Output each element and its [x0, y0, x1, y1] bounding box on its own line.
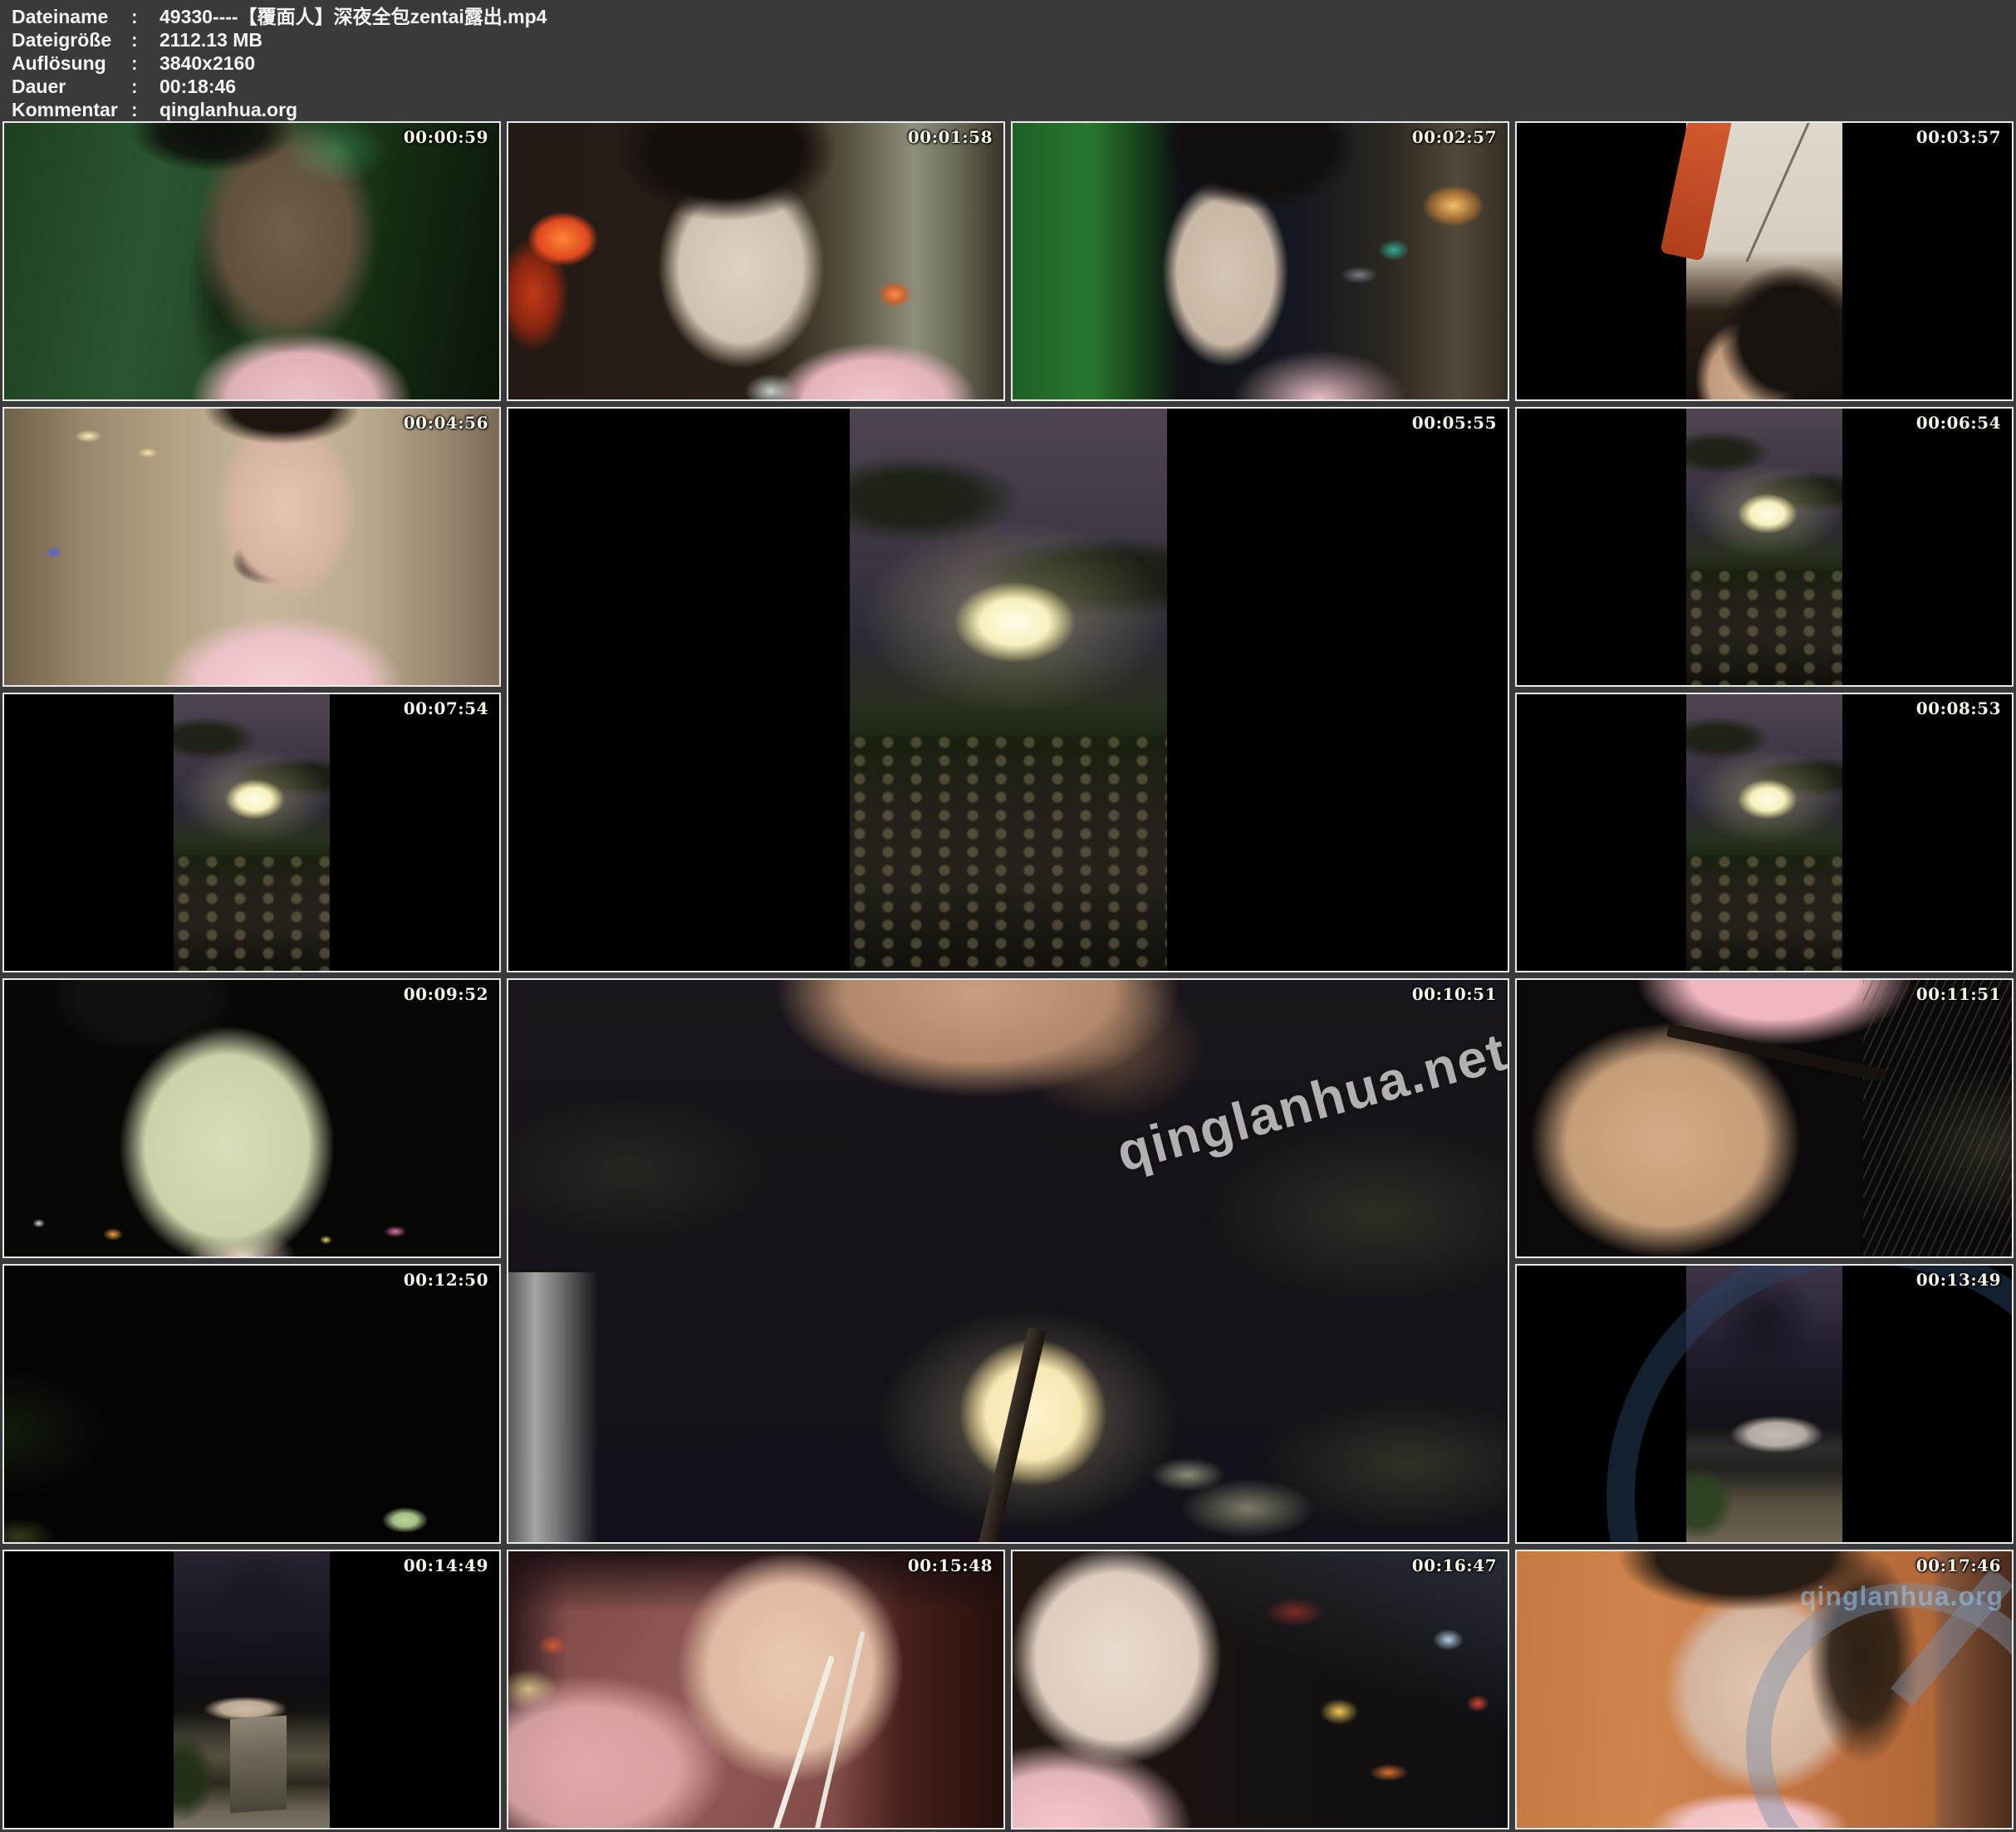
thumbnail-cell: 00:06:54	[1515, 407, 2014, 687]
thumbnail-image	[1517, 980, 2012, 1256]
thumbnail-cell: 00:09:52	[2, 978, 501, 1258]
thumbnail-image: qinglanhua.net	[508, 980, 1508, 1542]
timestamp-overlay: 00:09:52	[404, 984, 488, 1004]
thumbnail-image	[1517, 409, 2012, 685]
timestamp-overlay: 00:02:57	[1412, 127, 1497, 147]
thumbnail-cell: 00:04:56	[2, 407, 501, 687]
portrait-frame	[174, 1551, 330, 1828]
thumbnail-cell: 00:12:50	[2, 1264, 501, 1544]
thumbnail-image	[1517, 123, 2012, 399]
portrait-frame	[174, 694, 330, 971]
timestamp-overlay: 00:14:49	[404, 1555, 488, 1575]
timestamp-overlay: 00:17:46	[1916, 1555, 2001, 1575]
thumbnail-cell: 00:15:48	[507, 1550, 1005, 1830]
meta-field-kommentar: Kommentar : qinglanhua.org	[12, 98, 2008, 121]
thumbnail-image	[4, 694, 499, 971]
timestamp-overlay: 00:01:58	[908, 127, 993, 147]
timestamp-overlay: 00:08:53	[1916, 698, 2001, 718]
thumbnail-cell-large: 00:05:55	[507, 407, 1509, 972]
thumbnail-cell: 00:00:59	[2, 121, 501, 401]
portrait-frame	[850, 409, 1167, 971]
thumbnail-image	[508, 123, 1003, 399]
thumbnail-cell-large: qinglanhua.net 00:10:51	[507, 978, 1509, 1544]
comment-value: qinglanhua.org	[159, 98, 2008, 121]
field-label: Kommentar	[12, 98, 126, 121]
timestamp-overlay: 00:05:55	[1412, 413, 1497, 433]
filename-value: 49330----【覆面人】深夜全包zentai露出.mp4	[159, 5, 2008, 28]
field-label: Dateigröße	[12, 28, 126, 51]
portrait-frame	[1686, 123, 1842, 399]
meta-field-aufloesung: Auflösung : 3840x2160	[12, 51, 2008, 75]
thumbnail-image: qinglanhua.org	[1517, 1551, 2012, 1828]
thumbnail-image	[508, 409, 1508, 971]
timestamp-overlay: 00:12:50	[404, 1270, 488, 1290]
thumbnail-cell: qinglanhua.org 00:17:46	[1515, 1550, 2014, 1830]
resolution-value: 3840x2160	[159, 51, 2008, 75]
portrait-frame	[1686, 409, 1842, 685]
thumbnail-image	[1013, 123, 1508, 399]
watermark-q-logo	[1746, 1583, 2014, 1830]
timestamp-overlay: 00:16:47	[1412, 1555, 1497, 1575]
thumbnail-image	[4, 409, 499, 685]
thumbnail-image	[4, 980, 499, 1256]
field-separator: :	[126, 5, 159, 28]
timestamp-overlay: 00:10:51	[1412, 984, 1497, 1004]
thumbnail-grid: 00:00:59 00:01:58 00:02:57 00:03:57 00:0…	[0, 121, 2016, 1832]
thumbnail-cell: 00:01:58	[507, 121, 1005, 401]
field-separator: :	[126, 28, 159, 51]
field-separator: :	[126, 51, 159, 75]
watermark-qinglanhua-org: qinglanhua.org	[1800, 1581, 2004, 1612]
thumbnail-cell: 00:07:54	[2, 693, 501, 972]
thumbnail-image	[4, 123, 499, 399]
watermark-qinglanhua-net: qinglanhua.net	[1111, 1021, 1509, 1184]
timestamp-overlay: 00:11:51	[1916, 984, 2001, 1004]
thumbnail-cell: 00:08:53	[1515, 693, 2014, 972]
field-separator: :	[126, 98, 159, 121]
field-label: Dateiname	[12, 5, 126, 28]
field-label: Auflösung	[12, 51, 126, 75]
curtain-shape	[508, 1272, 598, 1542]
field-label: Dauer	[12, 75, 126, 98]
contact-sheet: Dateiname : 49330----【覆面人】深夜全包zentai露出.m…	[0, 0, 2016, 1832]
filesize-value: 2112.13 MB	[159, 28, 2008, 51]
thumbnail-image	[4, 1551, 499, 1828]
meta-field-dateiname: Dateiname : 49330----【覆面人】深夜全包zentai露出.m…	[12, 5, 2008, 28]
thumbnail-cell: 00:14:49	[2, 1550, 501, 1830]
timestamp-overlay: 00:04:56	[404, 413, 488, 433]
meta-field-dateigroesse: Dateigröße : 2112.13 MB	[12, 28, 2008, 51]
thumbnail-image	[1517, 1266, 2012, 1542]
timestamp-overlay: 00:13:49	[1916, 1270, 2001, 1290]
field-separator: :	[126, 75, 159, 98]
thumbnail-cell: 00:03:57	[1515, 121, 2014, 401]
thumbnail-cell: 00:16:47	[1011, 1550, 1509, 1830]
thumbnail-image	[1517, 694, 2012, 971]
timestamp-overlay: 00:07:54	[404, 698, 488, 718]
thumbnail-cell: 00:13:49	[1515, 1264, 2014, 1544]
thumbnail-image	[508, 1551, 1003, 1828]
duration-value: 00:18:46	[159, 75, 2008, 98]
thumbnail-image	[1013, 1551, 1508, 1828]
timestamp-overlay: 00:03:57	[1916, 127, 2001, 147]
file-info-header: Dateiname : 49330----【覆面人】深夜全包zentai露出.m…	[0, 0, 2016, 121]
timestamp-overlay: 00:15:48	[908, 1555, 993, 1575]
meta-field-dauer: Dauer : 00:18:46	[12, 75, 2008, 98]
thumbnail-image	[4, 1266, 499, 1542]
portrait-frame	[1686, 694, 1842, 971]
thumbnail-cell: 00:11:51	[1515, 978, 2014, 1258]
timestamp-overlay: 00:00:59	[404, 127, 488, 147]
thumbnail-cell: 00:02:57	[1011, 121, 1509, 401]
watermark-ring-logo	[1606, 1264, 2014, 1544]
timestamp-overlay: 00:06:54	[1916, 413, 2001, 433]
lamp-pole-shape	[963, 1326, 1047, 1544]
